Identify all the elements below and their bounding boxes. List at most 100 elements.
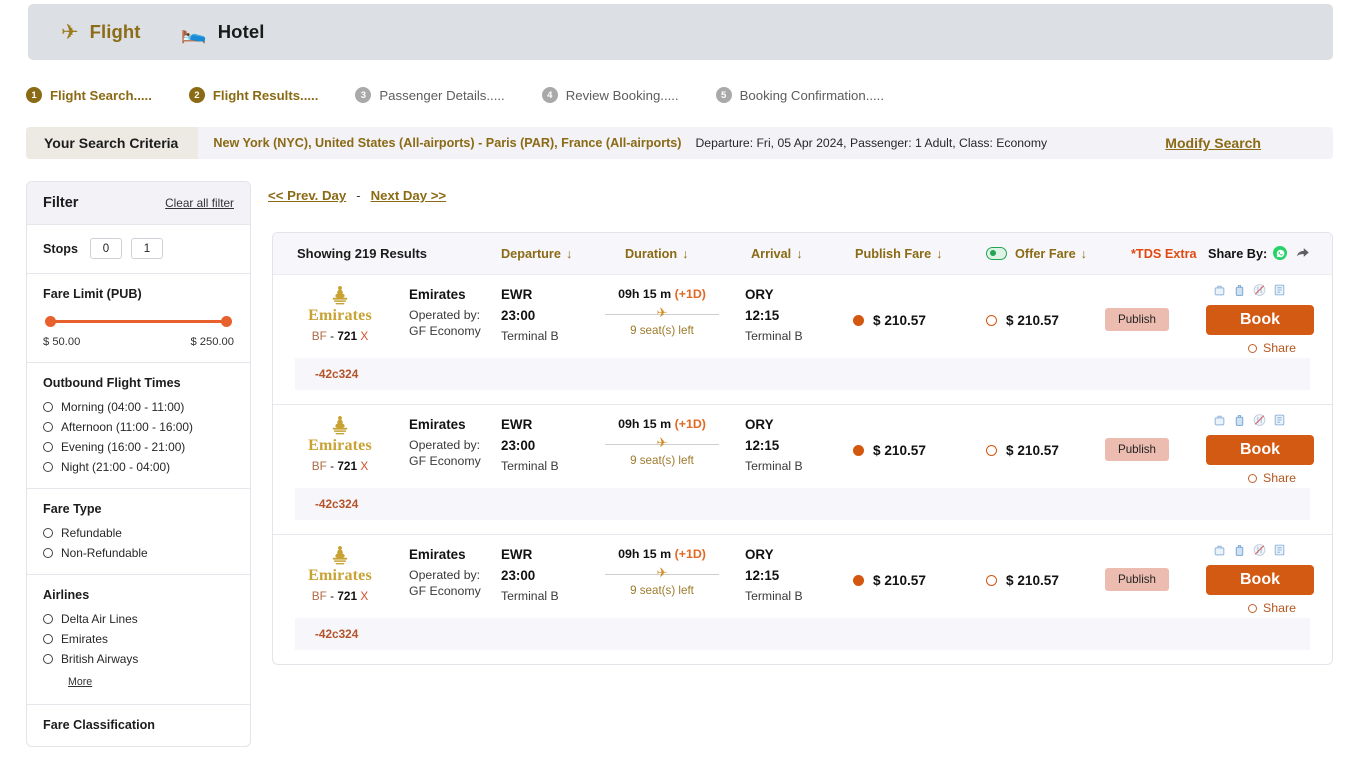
step-booking-confirmation[interactable]: 5 Booking Confirmation..... [716, 87, 884, 103]
airline-logo-wordmark: Emirates [289, 567, 391, 585]
arrival-time: 12:15 [745, 568, 803, 583]
airline-option-emirates[interactable]: Emirates [43, 632, 234, 646]
offer-fare-amount: $ 210.57 [1006, 573, 1059, 588]
stops-option-1[interactable]: 1 [131, 238, 163, 259]
step-label: Flight Results..... [213, 88, 319, 103]
cabin-bag-icon[interactable] [1213, 543, 1226, 557]
search-criteria-caption: Your Search Criteria [26, 127, 198, 159]
outbound-option-night[interactable]: Night (21:00 - 04:00) [43, 460, 234, 474]
checked-bag-icon[interactable] [1233, 413, 1246, 427]
emirates-logo-icon [289, 544, 391, 568]
publish-fare-cell[interactable]: $ 210.57 [853, 573, 926, 588]
share-arrow-icon[interactable] [1295, 245, 1310, 265]
arrival-airport: ORY [745, 417, 803, 432]
no-meal-icon[interactable] [1253, 413, 1266, 427]
fare-rules-icon[interactable] [1273, 283, 1286, 297]
sort-arrow-icon: ↓ [682, 247, 688, 261]
radio-icon [43, 442, 53, 452]
whatsapp-icon[interactable] [1273, 246, 1287, 260]
radio-icon [43, 548, 53, 558]
fare-code: -42c324 [315, 367, 358, 381]
search-criteria-route: New York (NYC), United States (All-airpo… [213, 136, 681, 150]
sort-duration[interactable]: Duration↓ [625, 247, 689, 261]
publish-fare-cell[interactable]: $ 210.57 [853, 313, 926, 328]
fare-limit-slider[interactable] [45, 316, 232, 328]
sort-offer-fare[interactable]: Offer Fare↓ [1015, 247, 1087, 261]
airplane-icon: ✈ [657, 437, 668, 449]
departure-airport: EWR [501, 547, 559, 562]
seats-left: 9 seat(s) left [603, 324, 721, 337]
tab-flight[interactable]: ✈ Flight [61, 21, 141, 43]
no-meal-icon[interactable] [1253, 543, 1266, 557]
table-row: Emirates BF - 721 X Emirates Operated by… [273, 275, 1332, 405]
book-button[interactable]: Book [1206, 305, 1314, 335]
fare-rules-icon[interactable] [1273, 413, 1286, 427]
airline-option-british-airways[interactable]: British Airways [43, 652, 234, 666]
step-number: 4 [542, 87, 558, 103]
flight-number-line: BF - 721 X [289, 459, 391, 473]
tds-extra-note: *TDS Extra [1131, 247, 1197, 261]
share-option[interactable]: Share [1248, 471, 1296, 485]
day-offset: (+1D) [675, 417, 706, 431]
sort-publish-fare[interactable]: Publish Fare↓ [855, 247, 943, 261]
product-tabs: ✈ Flight 🛌 Hotel [28, 4, 1333, 60]
airlines-more-link[interactable]: More [68, 676, 92, 688]
book-button[interactable]: Book [1206, 435, 1314, 465]
slider-min-handle[interactable] [45, 316, 56, 327]
departure-time: 23:00 [501, 568, 559, 583]
checked-bag-icon[interactable] [1233, 543, 1246, 557]
slider-max-handle[interactable] [221, 316, 232, 327]
airline-option-label: British Airways [61, 652, 138, 666]
tab-hotel[interactable]: 🛌 Hotel [181, 21, 265, 43]
modify-search-link[interactable]: Modify Search [1165, 135, 1261, 151]
next-day-link[interactable]: Next Day >> [371, 188, 447, 203]
airline-option-delta[interactable]: Delta Air Lines [43, 612, 234, 626]
booking-class: X [360, 329, 368, 343]
publish-fare-cell[interactable]: $ 210.57 [853, 443, 926, 458]
publish-button[interactable]: Publish [1105, 568, 1169, 591]
prev-day-link[interactable]: << Prev. Day [268, 188, 346, 203]
clear-all-filter-link[interactable]: Clear all filter [165, 196, 234, 210]
step-flight-results[interactable]: 2 Flight Results..... [189, 87, 319, 103]
no-meal-icon[interactable] [1253, 283, 1266, 297]
carrier-code: BF [312, 329, 327, 343]
book-button[interactable]: Book [1206, 565, 1314, 595]
step-review-booking[interactable]: 4 Review Booking..... [542, 87, 679, 103]
step-flight-search[interactable]: 1 Flight Search..... [26, 87, 152, 103]
offer-fare-cell[interactable]: $ 210.57 [986, 573, 1059, 588]
airlines-title: Airlines [43, 588, 234, 602]
offer-fare-cell[interactable]: $ 210.57 [986, 313, 1059, 328]
fare-limit-max: $ 250.00 [190, 336, 234, 348]
offer-fare-cell[interactable]: $ 210.57 [986, 443, 1059, 458]
radio-icon [43, 422, 53, 432]
outbound-option-morning[interactable]: Morning (04:00 - 11:00) [43, 400, 234, 414]
sort-arrival[interactable]: Arrival↓ [751, 247, 803, 261]
step-number: 3 [355, 87, 371, 103]
outbound-option-label: Afternoon (11:00 - 16:00) [61, 420, 193, 434]
stops-option-0[interactable]: 0 [90, 238, 122, 259]
cabin-bag-icon[interactable] [1213, 283, 1226, 297]
share-option[interactable]: Share [1248, 601, 1296, 615]
fare-type-option-refundable[interactable]: Refundable [43, 526, 234, 540]
cabin-bag-icon[interactable] [1213, 413, 1226, 427]
day-nav-separator: - [356, 188, 360, 203]
checked-bag-icon[interactable] [1233, 283, 1246, 297]
share-label: Share [1263, 471, 1296, 485]
flight-results-page: ✈ Flight 🛌 Hotel 1 Flight Search..... 2 … [0, 0, 1366, 768]
step-passenger-details[interactable]: 3 Passenger Details..... [355, 87, 504, 103]
sort-departure[interactable]: Departure↓ [501, 247, 572, 261]
seats-left: 9 seat(s) left [603, 584, 721, 597]
outbound-option-evening[interactable]: Evening (16:00 - 21:00) [43, 440, 234, 454]
arrival-block: ORY 12:15 Terminal B [745, 287, 803, 343]
slider-track [50, 320, 227, 323]
share-option[interactable]: Share [1248, 341, 1296, 355]
tab-flight-label: Flight [90, 21, 141, 43]
publish-button[interactable]: Publish [1105, 308, 1169, 331]
fare-rules-icon[interactable] [1273, 543, 1286, 557]
outbound-option-afternoon[interactable]: Afternoon (11:00 - 16:00) [43, 420, 234, 434]
publish-button[interactable]: Publish [1105, 438, 1169, 461]
departure-block: EWR 23:00 Terminal B [501, 287, 559, 343]
offer-fare-toggle[interactable] [986, 247, 1007, 260]
fare-type-option-non-refundable[interactable]: Non-Refundable [43, 546, 234, 560]
duration-line: ✈ [603, 438, 721, 450]
